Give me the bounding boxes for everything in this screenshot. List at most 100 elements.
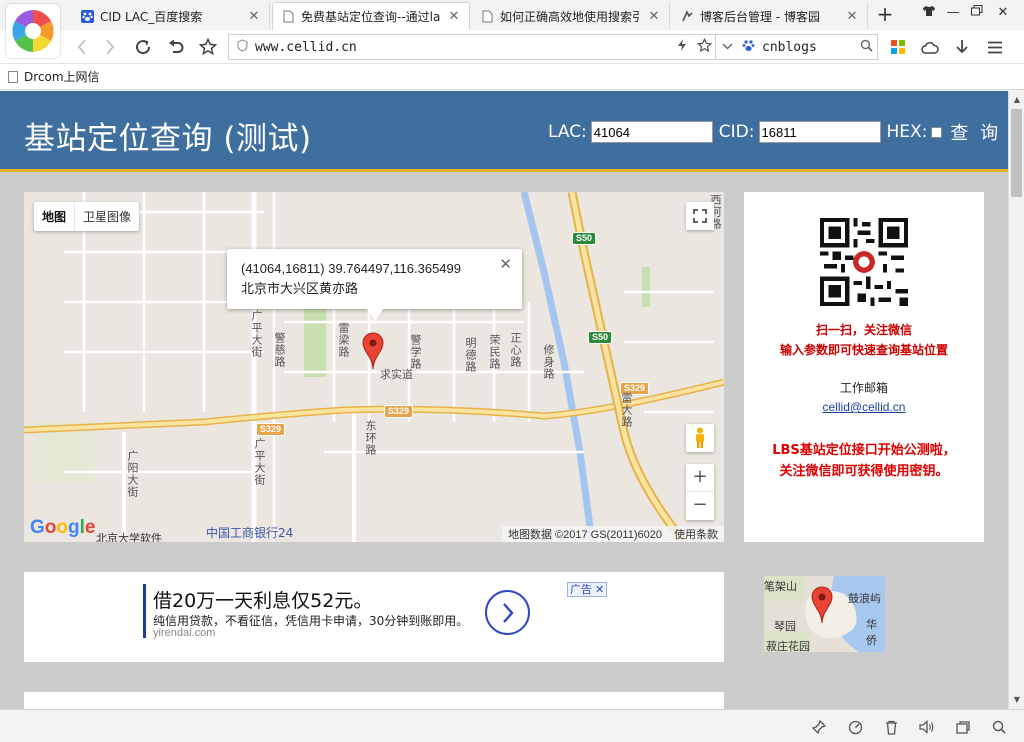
close-icon[interactable]: ✕ (499, 255, 512, 273)
map-pin-icon[interactable] (362, 332, 384, 373)
scroll-thumb[interactable] (1011, 109, 1022, 197)
road-shield-label: S329 (256, 423, 286, 436)
minimize-button[interactable]: — (942, 5, 964, 25)
cid-input[interactable] (758, 121, 881, 143)
api-notice: LBS基站定位接口开始公测啦， 关注微信即可获得使用密钥。 (744, 440, 984, 482)
undo-close-button[interactable] (164, 35, 188, 59)
chevron-right-icon[interactable] (485, 590, 530, 635)
map-type-map-button[interactable]: 地图 (34, 202, 74, 231)
bookmark-star-icon[interactable] (693, 37, 715, 57)
scroll-down-icon[interactable]: ▼ (1009, 693, 1024, 707)
street-label: 修身路 (542, 344, 555, 380)
tab-cnblogs-admin[interactable]: 博客后台管理 - 博客园 ✕ (672, 2, 868, 30)
menu-icon[interactable] (983, 35, 1007, 59)
zoom-search-icon[interactable] (988, 717, 1010, 737)
status-bar (0, 709, 1024, 742)
favorite-star-button[interactable] (196, 35, 220, 59)
google-map[interactable]: S50 S50 S329 S329 S329 广平大街 警慈路 雷梁路 警学路 … (24, 192, 724, 542)
ad-tag[interactable]: 广告 ✕ (567, 582, 608, 597)
tab-cellid[interactable]: 免费基站定位查询--通过la ✕ (272, 2, 470, 30)
document-icon (8, 70, 18, 83)
browser-logo[interactable] (6, 4, 60, 58)
tab-search-tips[interactable]: 如何正确高效地使用搜索引 ✕ (472, 2, 670, 30)
download-icon[interactable] (950, 35, 974, 59)
search-box[interactable]: cnblogs (716, 34, 878, 60)
new-tab-button[interactable]: + (872, 4, 898, 26)
info-coordinates: (41064,16811) 39.764497,116.365499 (241, 261, 461, 276)
back-button[interactable] (70, 35, 94, 59)
tab-baidu-search[interactable]: CID LAC_百度搜索 ✕ (72, 2, 270, 30)
rainbow-logo-icon (12, 10, 54, 52)
lightning-icon[interactable] (671, 38, 693, 56)
pegman-icon[interactable] (686, 424, 714, 452)
street-label: 警慈路 (273, 332, 286, 368)
side-panel: 扫一扫，关注微信 输入参数即可快速查询基站位置 工作邮箱 cellid@cell… (744, 192, 984, 542)
reload-button[interactable] (131, 35, 155, 59)
apps-grid-icon[interactable] (886, 35, 910, 59)
query-button[interactable]: 查 询 (950, 119, 1001, 145)
scan-notice: 扫一扫，关注微信 输入参数即可快速查询基站位置 (744, 320, 984, 360)
map-attribution: 地图数据 ©2017 GS(2011)6020 使用条款 (501, 526, 724, 542)
close-icon[interactable]: ✕ (247, 9, 261, 24)
search-icon[interactable] (855, 39, 877, 56)
security-shield-icon[interactable] (229, 39, 255, 55)
forward-button[interactable] (98, 35, 122, 59)
mini-map-label: 华侨 (866, 618, 877, 647)
info-window: (41064,16811) 39.764497,116.365499 北京市大兴… (227, 249, 522, 321)
window-icon[interactable] (952, 717, 974, 737)
poi-label[interactable]: 北京大学软件 (96, 530, 162, 542)
email-label: 工作邮箱 (839, 381, 888, 395)
ad-headline[interactable]: 借20万一天利息仅52元。 (153, 586, 372, 613)
trash-icon[interactable] (880, 717, 902, 737)
road-shield-label: S50 (588, 331, 613, 344)
tab-title: 博客后台管理 - 博客园 (700, 9, 820, 24)
cloud-icon[interactable] (918, 35, 942, 59)
notice-line-2: 关注微信即可获得使用密钥。 (779, 464, 949, 479)
map-type-control: 地图 卫星图像 (34, 202, 140, 231)
mini-map-label: 菽庄花园 (766, 640, 810, 652)
speed-icon[interactable] (844, 717, 866, 737)
page-scrollbar[interactable]: ▲ ▼ (1008, 91, 1024, 709)
mini-map[interactable]: 笔架山 鼓浪屿 琴园 华侨 菽庄花园 (764, 576, 885, 652)
map-type-satellite-button[interactable]: 卫星图像 (74, 202, 139, 231)
hex-checkbox[interactable] (931, 126, 943, 138)
street-label: 东环路 (364, 420, 377, 456)
ad-tag-label: 广告 (570, 583, 592, 596)
advertisement[interactable]: 借20万一天利息仅52元。 纯信用贷款，不看征信，凭信用卡申请，30分钟到账即用… (24, 572, 724, 662)
tab-title: 免费基站定位查询--通过la (301, 10, 441, 24)
lac-label: LAC: (548, 122, 587, 142)
hex-label: HEX: (886, 122, 928, 142)
poi-label[interactable]: 中国工商银行24 (206, 524, 293, 541)
fullscreen-icon[interactable] (686, 202, 714, 230)
search-input[interactable]: cnblogs (758, 40, 855, 55)
document-icon (480, 9, 494, 23)
paw-icon (738, 39, 758, 55)
mini-map-label: 鼓浪屿 (848, 592, 881, 605)
scroll-up-icon[interactable]: ▲ (1009, 93, 1024, 107)
close-window-button[interactable]: ✕ (992, 5, 1014, 25)
chevron-down-icon[interactable] (716, 42, 738, 53)
terms-link[interactable]: 使用条款 (674, 526, 718, 542)
close-icon[interactable]: ✕ (647, 9, 661, 24)
close-icon[interactable]: ✕ (595, 583, 604, 596)
cnblogs-icon (680, 9, 694, 23)
ad-domain[interactable]: yirendai.com (153, 627, 215, 639)
navigation-toolbar: www.cellid.cn cnblogs (0, 30, 1024, 64)
site-header: 基站定位查询 (测试) LAC: CID: HEX: 查 询 (0, 91, 1008, 172)
url-text[interactable]: www.cellid.cn (255, 40, 671, 55)
lac-input[interactable] (590, 121, 713, 143)
close-icon[interactable]: ✕ (845, 9, 859, 24)
attribution-text: 地图数据 ©2017 GS(2011)6020 (507, 529, 662, 541)
maximize-button[interactable] (966, 5, 988, 25)
shirt-skin-icon[interactable] (918, 5, 940, 25)
scan-line-2: 输入参数即可快速查询基站位置 (779, 343, 948, 357)
volume-icon[interactable] (916, 717, 938, 737)
paw-icon (80, 9, 94, 23)
email-link[interactable]: cellid@cellid.cn (744, 400, 984, 414)
address-bar[interactable]: www.cellid.cn (228, 34, 716, 60)
zoom-out-button[interactable]: − (686, 492, 714, 520)
pin-icon[interactable] (808, 717, 830, 737)
zoom-in-button[interactable]: + (686, 464, 714, 492)
close-icon[interactable]: ✕ (447, 9, 461, 24)
bookmark-item[interactable]: Drcom上网信 (8, 68, 100, 85)
